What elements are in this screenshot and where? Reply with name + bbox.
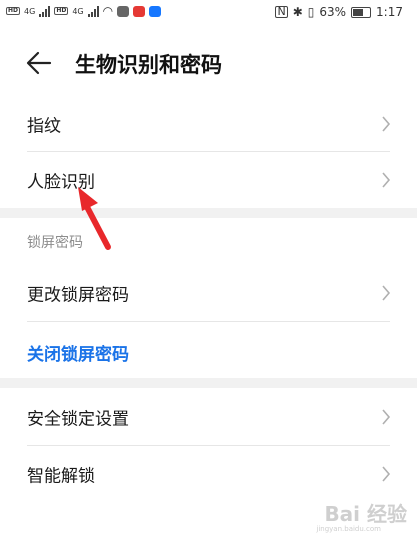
hd-icon: HD [6,7,21,15]
chevron-right-icon [382,116,391,132]
chevron-right-icon [382,466,391,482]
vibrate-icon: ▯ [307,5,315,19]
status-left: HD 4G HD 4G ◠ [6,4,162,18]
status-right: N ✱ ▯ 63% 1:17 [275,5,403,19]
baidu-watermark: Bai 经验 [324,502,407,526]
status-bar: HD 4G HD 4G ◠ N ✱ ▯ 63% 1:17 [0,0,417,26]
fingerprint-row[interactable]: 指纹 [0,96,417,152]
network-type-2: 4G [72,6,84,16]
change-password-row[interactable]: 更改锁屏密码 [0,265,417,321]
chevron-right-icon [382,409,391,425]
smart-unlock-label: 智能解锁 [27,466,95,487]
disable-password-link[interactable]: 关闭锁屏密码 [27,340,129,365]
section-gap [0,378,417,388]
signal-icon [39,5,51,17]
smart-unlock-row[interactable]: 智能解锁 [0,446,417,502]
app-notification-icon [133,5,146,17]
back-arrow-icon[interactable] [24,48,54,78]
signal-icon-2 [87,5,99,17]
bluetooth-icon: ✱ [292,5,303,19]
app-header: 生物识别和密码 [0,40,417,86]
security-lock-label: 安全锁定设置 [27,409,129,430]
divider [27,321,390,322]
fingerprint-label: 指纹 [27,116,61,137]
chevron-right-icon [382,172,391,188]
wifi-icon: ◠ [102,4,114,18]
clock: 1:17 [376,5,403,19]
change-password-label: 更改锁屏密码 [27,285,129,306]
security-lock-row[interactable]: 安全锁定设置 [0,389,417,445]
annotation-arrow-icon [78,187,111,250]
network-type-1: 4G [24,6,36,16]
wechat-icon [117,5,130,17]
alipay-icon [149,5,162,17]
page-title: 生物识别和密码 [75,53,222,77]
nfc-icon: N [275,5,288,18]
chevron-right-icon [382,285,391,301]
battery-percent: 63% [319,5,347,19]
hd-icon-2: HD [54,7,69,15]
baidu-watermark-url: jingyan.baidu.com [316,525,381,533]
battery-icon [351,6,372,18]
